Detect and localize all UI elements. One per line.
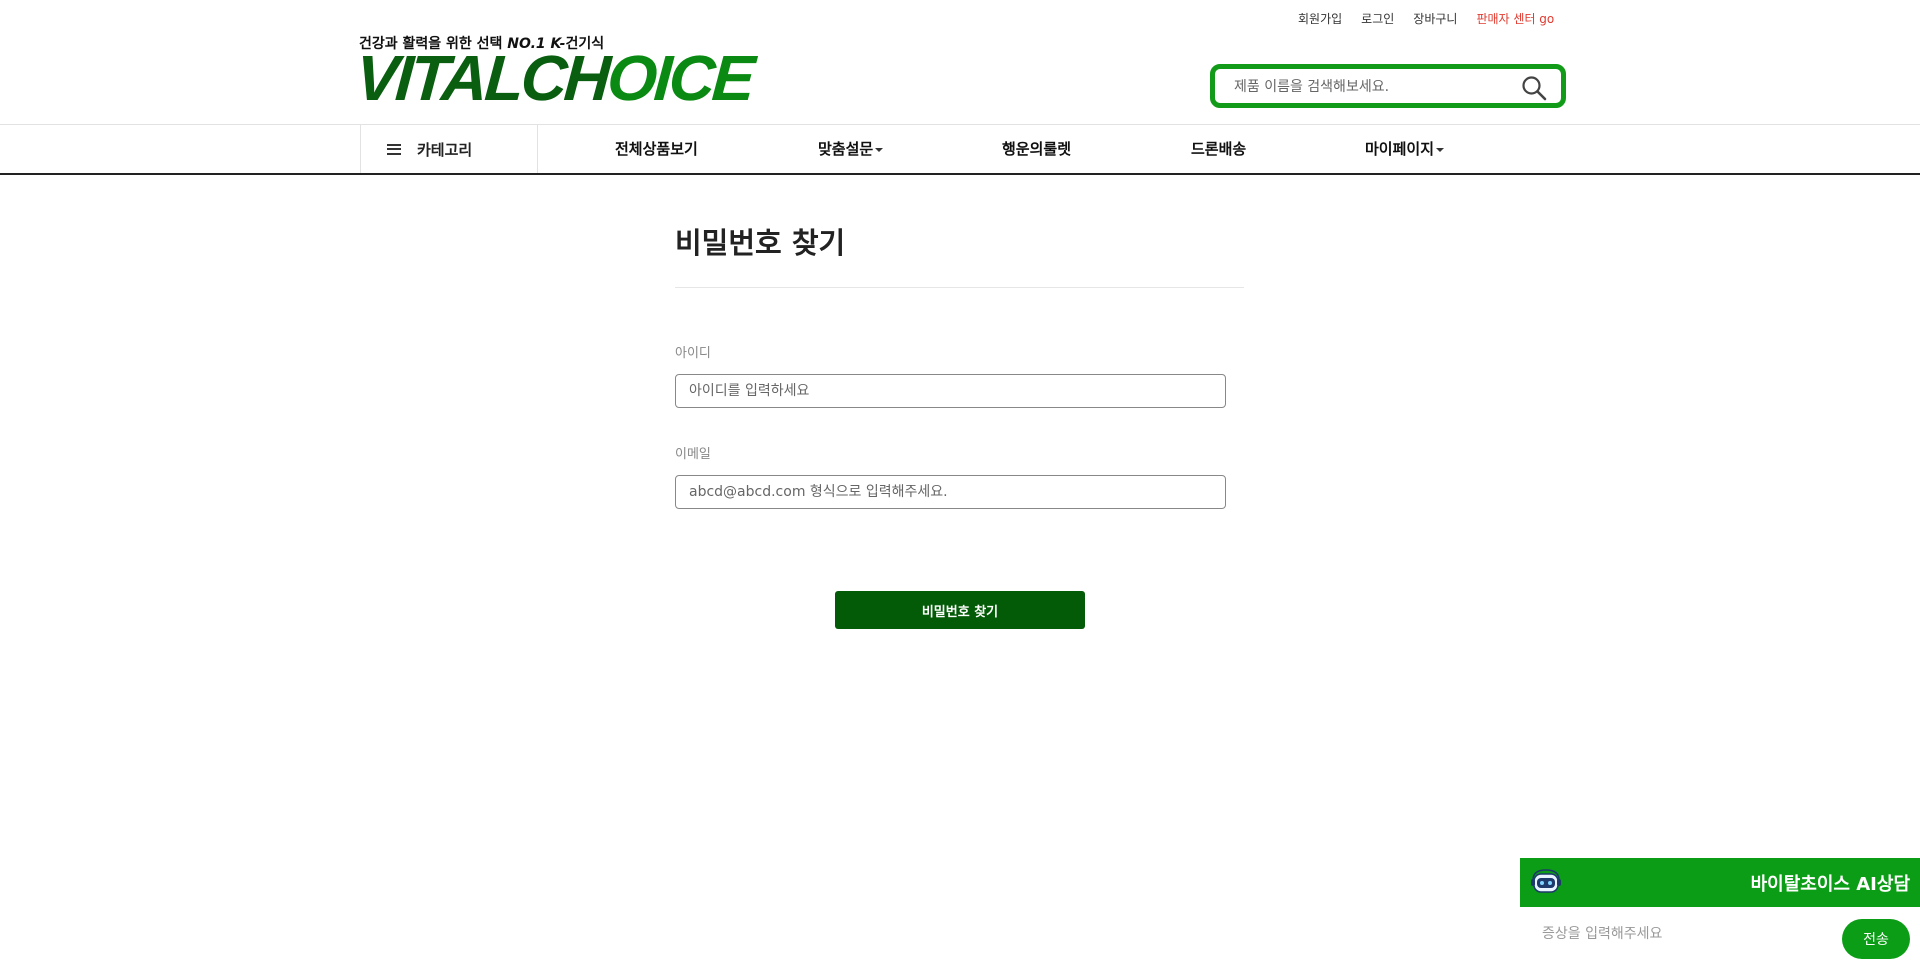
chat-title: 바이탈초이스 AI상담 [1750, 874, 1910, 895]
chat-input[interactable] [1540, 925, 1814, 943]
main-nav: 카테고리 [360, 125, 538, 173]
cart-link[interactable]: 장바구니 [1413, 10, 1457, 27]
hamburger-icon [387, 143, 401, 155]
nav-item-mypage-label: 마이페이지 [1365, 140, 1435, 158]
id-input[interactable] [675, 374, 1226, 408]
logo-text-part2: OICE [605, 42, 755, 114]
site-logo[interactable]: VITALCHOICE [353, 42, 754, 114]
search-box [1210, 64, 1566, 108]
search-input[interactable] [1232, 69, 1526, 105]
email-input[interactable] [675, 475, 1226, 509]
signup-link[interactable]: 회원가입 [1298, 10, 1342, 27]
chat-send-button[interactable]: 전송 [1842, 919, 1910, 959]
nav-item-roulette[interactable]: 행운의룰렛 [1002, 125, 1071, 173]
email-label: 이메일 [675, 447, 711, 462]
id-label: 아이디 [675, 346, 711, 361]
category-menu-button[interactable]: 카테고리 [360, 125, 538, 173]
chevron-down-icon [1436, 147, 1445, 152]
nav-item-all-products[interactable]: 전체상품보기 [615, 125, 698, 173]
page-title: 비밀번호 찾기 [675, 226, 846, 260]
ai-chat-header[interactable]: 바이탈초이스 AI상담 [1520, 858, 1920, 907]
nav-item-survey[interactable]: 맞춤설문 [818, 125, 884, 173]
logo-text-part1: VITALCH [353, 42, 611, 114]
utility-links: 회원가입 로그인 장바구니 판매자 센터 go [1298, 10, 1554, 27]
nav-top-border [0, 124, 1920, 125]
find-password-button[interactable]: 비밀번호 찾기 [835, 591, 1085, 629]
search-icon[interactable] [1521, 75, 1547, 101]
nav-bottom-border [0, 173, 1920, 175]
seller-center-link[interactable]: 판매자 센터 go [1476, 10, 1554, 27]
title-divider [675, 287, 1244, 288]
nav-item-survey-label: 맞춤설문 [818, 140, 874, 158]
nav-item-drone-delivery[interactable]: 드론배송 [1191, 125, 1246, 173]
chatbot-icon [1531, 869, 1561, 893]
chevron-down-icon [875, 147, 884, 152]
login-link[interactable]: 로그인 [1361, 10, 1394, 27]
category-label: 카테고리 [417, 140, 473, 159]
nav-item-mypage[interactable]: 마이페이지 [1365, 125, 1445, 173]
